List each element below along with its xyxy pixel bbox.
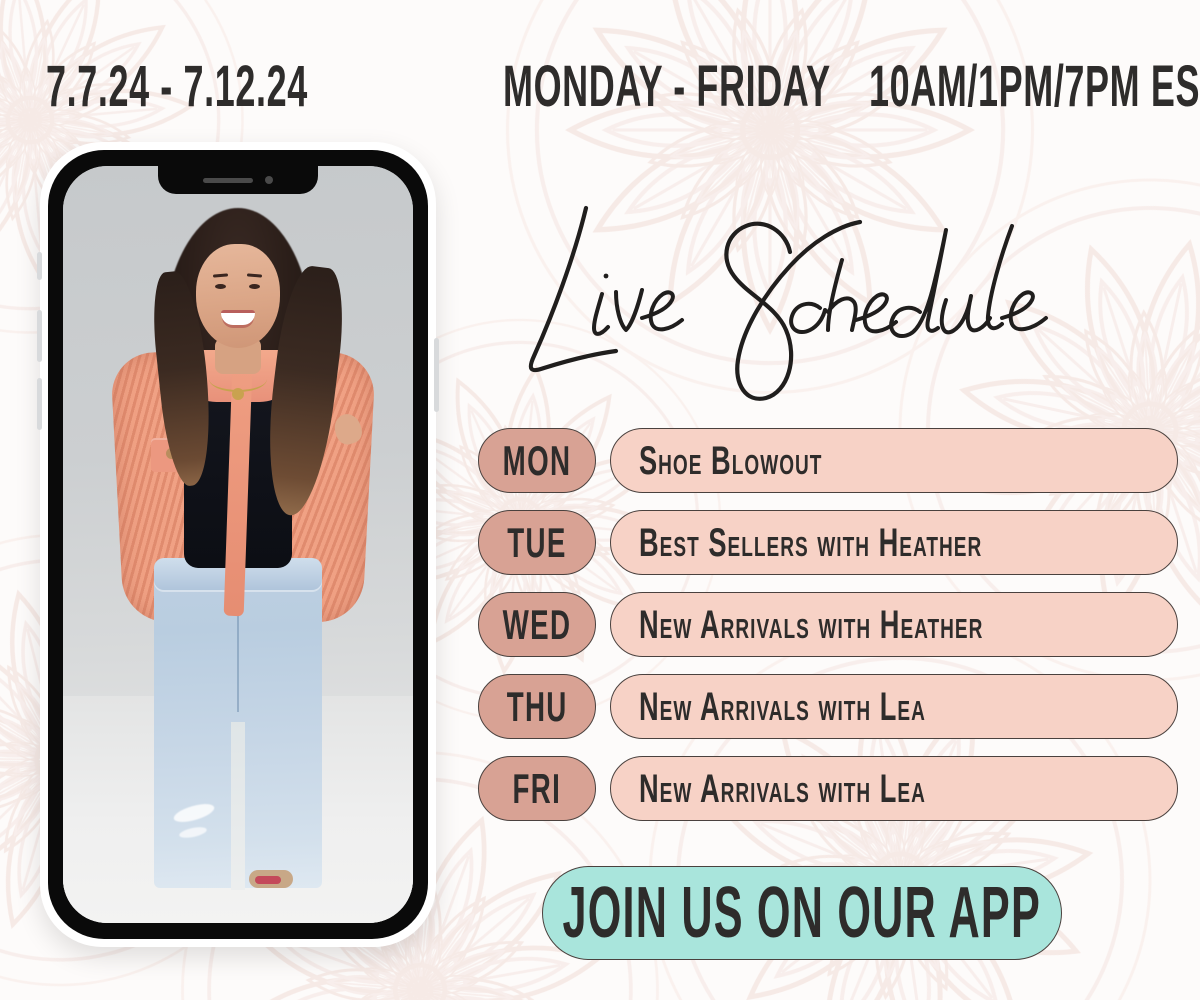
model-photo bbox=[63, 166, 413, 923]
day-label: MON bbox=[502, 436, 572, 484]
day-pill-tue[interactable]: TUE bbox=[478, 510, 596, 575]
topic-pill-wed[interactable]: New Arrivals with Heather bbox=[610, 592, 1178, 657]
phone-mockup bbox=[37, 142, 439, 947]
model-smile bbox=[221, 310, 255, 325]
model-leg-gap bbox=[231, 722, 245, 890]
day-label: FRI bbox=[512, 764, 562, 812]
topic-label: New Arrivals with Lea bbox=[639, 684, 926, 729]
model-face bbox=[196, 244, 280, 348]
schedule-row: TUE Best Sellers with Heather bbox=[478, 510, 1178, 575]
day-label: TUE bbox=[507, 518, 567, 566]
schedule-row: WED New Arrivals with Heather bbox=[478, 592, 1178, 657]
day-pill-fri[interactable]: FRI bbox=[478, 756, 596, 821]
phone-screen bbox=[63, 166, 413, 923]
schedule-row: THU New Arrivals with Lea bbox=[478, 674, 1178, 739]
right-column: MON Shoe Blowout TUE Best Sellers with H… bbox=[460, 0, 1200, 1000]
day-pill-thu[interactable]: THU bbox=[478, 674, 596, 739]
model-toes bbox=[255, 876, 281, 884]
day-pill-mon[interactable]: MON bbox=[478, 428, 596, 493]
phone-volume-down-button[interactable] bbox=[37, 378, 42, 430]
phone-frame bbox=[48, 150, 428, 939]
topic-pill-fri[interactable]: New Arrivals with Lea bbox=[610, 756, 1178, 821]
phone-volume-up-button[interactable] bbox=[37, 310, 42, 362]
phone-notch bbox=[158, 166, 318, 194]
day-label: WED bbox=[502, 600, 572, 648]
topic-pill-thu[interactable]: New Arrivals with Lea bbox=[610, 674, 1178, 739]
schedule-list: MON Shoe Blowout TUE Best Sellers with H… bbox=[478, 428, 1178, 838]
day-pill-wed[interactable]: WED bbox=[478, 592, 596, 657]
topic-label: Best Sellers with Heather bbox=[639, 520, 983, 565]
model-eye-right bbox=[249, 284, 260, 289]
join-app-button[interactable]: JOIN US ON OUR APP bbox=[542, 866, 1062, 960]
schedule-row: MON Shoe Blowout bbox=[478, 428, 1178, 493]
topic-pill-tue[interactable]: Best Sellers with Heather bbox=[610, 510, 1178, 575]
topic-label: New Arrivals with Lea bbox=[639, 766, 926, 811]
model-eye-left bbox=[215, 284, 226, 289]
schedule-row: FRI New Arrivals with Lea bbox=[478, 756, 1178, 821]
join-app-label: JOIN US ON OUR APP bbox=[562, 873, 1042, 953]
topic-label: Shoe Blowout bbox=[639, 438, 823, 483]
topic-pill-mon[interactable]: Shoe Blowout bbox=[610, 428, 1178, 493]
phone-power-button[interactable] bbox=[434, 338, 439, 412]
date-range-label: 7.7.24 - 7.12.24 bbox=[46, 54, 308, 119]
day-label: THU bbox=[506, 682, 568, 730]
speaker-grille-icon bbox=[203, 177, 253, 183]
phone-mute-switch[interactable] bbox=[37, 252, 42, 280]
live-schedule-poster: 7.7.24 - 7.12.24 MONDAY - FRIDAY 10AM/1P… bbox=[0, 0, 1200, 1000]
page-title bbox=[490, 196, 1170, 416]
front-camera-icon bbox=[265, 176, 273, 184]
topic-label: New Arrivals with Heather bbox=[639, 602, 984, 647]
model-necklace-pendant bbox=[232, 388, 244, 400]
